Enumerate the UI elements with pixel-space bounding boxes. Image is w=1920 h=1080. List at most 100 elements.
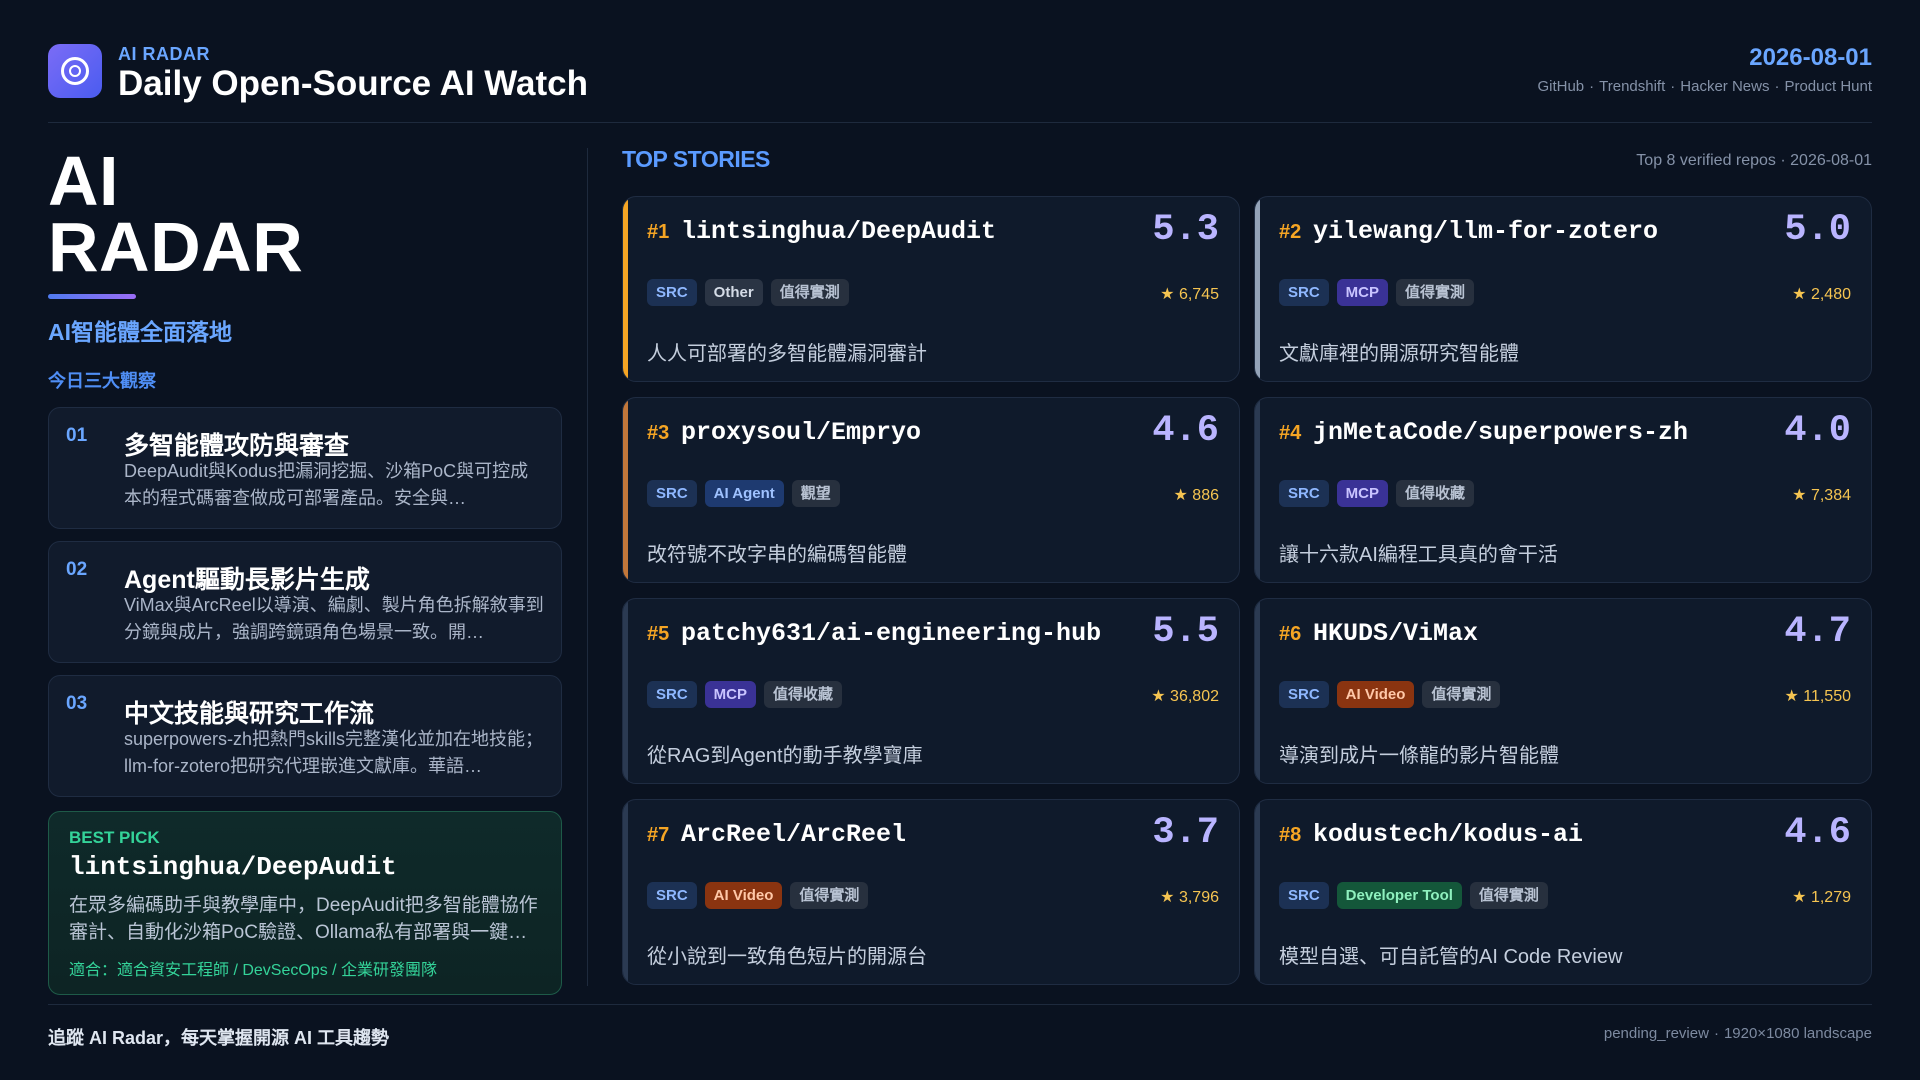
story-desc: 人人可部署的多智能體漏洞審計 bbox=[647, 343, 927, 365]
insights-label: 今日三大觀察 bbox=[48, 371, 156, 391]
story-desc: 導演到成片一條龍的影片智能體 bbox=[1279, 745, 1559, 767]
story-repo[interactable]: kodustech/kodus-ai bbox=[1313, 820, 1583, 849]
star-count: ★ 886 bbox=[1173, 487, 1219, 504]
tag-verdict: 值得實測 bbox=[1396, 279, 1475, 306]
tag-src: SRC bbox=[1279, 279, 1329, 306]
story-card-4[interactable]: #4 jnMetaCode/superpowers-zh 4.0 SRC MCP… bbox=[1254, 397, 1872, 583]
tag-src: SRC bbox=[1279, 480, 1329, 507]
card-accent bbox=[623, 398, 628, 582]
story-rank: #6 bbox=[1279, 623, 1302, 645]
story-score: 5.0 bbox=[1784, 209, 1851, 251]
source-list: GitHub · Trendshift · Hacker News · Product Hu… bbox=[1537, 78, 1872, 95]
story-score: 5.3 bbox=[1152, 209, 1219, 251]
story-card-8[interactable]: #8 kodustech/kodus-ai 4.6 SRC Developer … bbox=[1254, 799, 1872, 985]
tag-src: SRC bbox=[1279, 681, 1329, 708]
story-desc: 從小說到一致角色短片的開源台 bbox=[647, 946, 927, 968]
tag-src: SRC bbox=[1279, 882, 1329, 909]
tag-verdict: 值得實測 bbox=[1422, 681, 1501, 708]
source-github: GitHub bbox=[1537, 78, 1585, 95]
top-stories-title: TOP STORIES bbox=[622, 146, 770, 172]
tag-category: AI Agent bbox=[704, 480, 784, 507]
story-tags: SRC MCP 值得實測 bbox=[1279, 279, 1475, 306]
insight-desc: ViMax與ArcReel以導演、編劇、製片角色拆解敘事到分鏡與成片，強調跨鏡頭… bbox=[124, 595, 544, 642]
story-repo[interactable]: jnMetaCode/superpowers-zh bbox=[1313, 418, 1688, 447]
source-trendshift: Trendshift bbox=[1599, 78, 1666, 95]
story-rank: #8 bbox=[1279, 824, 1302, 846]
story-repo[interactable]: HKUDS/ViMax bbox=[1313, 619, 1478, 648]
story-card-3[interactable]: #3 proxysoul/Empryo 4.6 SRC AI Agent 觀望 … bbox=[622, 397, 1240, 583]
story-tags: SRC Developer Tool 值得實測 bbox=[1279, 882, 1548, 909]
tag-verdict: 值得實測 bbox=[790, 882, 869, 909]
story-card-1[interactable]: #1 lintsinghua/DeepAudit 5.3 SRC Other 值… bbox=[622, 196, 1240, 382]
star-count: ★ 1,279 bbox=[1792, 889, 1851, 906]
insight-card-02[interactable]: 02 Agent驅動長影片生成 ViMax與ArcReel以導演、編劇、製片角色… bbox=[48, 541, 562, 663]
footer-tagline: 追蹤 AI Radar，每天掌握開源 AI 工具趨勢 bbox=[48, 1028, 390, 1048]
story-desc: 讓十六款AI編程工具真的會干活 bbox=[1279, 544, 1558, 566]
insight-title: Agent驅動長影片生成 bbox=[124, 566, 370, 594]
star-count: ★ 11,550 bbox=[1784, 688, 1851, 705]
footer-divider bbox=[48, 1004, 1872, 1005]
story-tags: SRC AI Video 值得實測 bbox=[1279, 681, 1501, 708]
source-hacker-news: Hacker News bbox=[1680, 78, 1770, 95]
best-pick-repo[interactable]: lintsinghua/DeepAudit bbox=[69, 852, 397, 882]
story-score: 4.7 bbox=[1784, 611, 1851, 653]
star-count: ★ 2,480 bbox=[1792, 286, 1851, 303]
story-repo[interactable]: proxysoul/Empryo bbox=[681, 418, 921, 447]
tag-src: SRC bbox=[647, 480, 697, 507]
insight-card-01[interactable]: 01 多智能體攻防與審查 DeepAudit與Kodus把漏洞挖掘、沙箱PoC與… bbox=[48, 407, 562, 529]
header-divider bbox=[48, 122, 1872, 123]
insight-card-03[interactable]: 03 中文技能與研究工作流 superpowers-zh把熱門skills完整漢… bbox=[48, 675, 562, 797]
top-stories-subtitle: Top 8 verified repos · 2026-08-01 bbox=[1636, 152, 1872, 169]
tag-category: AI Video bbox=[704, 882, 783, 909]
card-accent bbox=[623, 599, 628, 783]
tag-verdict: 值得收藏 bbox=[1396, 480, 1475, 507]
best-pick-audience: 適合：適合資安工程師 / DevSecOps / 企業研發團隊 bbox=[69, 962, 438, 979]
story-desc: 從RAG到Agent的動手教學寶庫 bbox=[647, 745, 923, 767]
insight-desc: superpowers-zh把熱門skills完整漢化並加在地技能；llm-fo… bbox=[124, 729, 544, 776]
card-accent bbox=[623, 800, 628, 984]
story-score: 3.7 bbox=[1152, 812, 1219, 854]
story-repo[interactable]: patchy631/ai-engineering-hub bbox=[681, 619, 1101, 648]
tag-category: MCP bbox=[1336, 480, 1389, 507]
story-card-7[interactable]: #7 ArcReel/ArcReel 3.7 SRC AI Video 值得實測… bbox=[622, 799, 1240, 985]
story-rank: #5 bbox=[647, 623, 670, 645]
page-title: Daily Open-Source AI Watch bbox=[118, 64, 588, 103]
source-product-hunt: Product Hunt bbox=[1784, 78, 1872, 95]
story-tags: SRC AI Video 值得實測 bbox=[647, 882, 869, 909]
card-accent bbox=[1255, 599, 1260, 783]
footer-meta: pending_review · 1920×1080 landscape bbox=[1603, 1025, 1872, 1042]
best-pick-label: BEST PICK bbox=[69, 828, 160, 847]
insight-title: 中文技能與研究工作流 bbox=[124, 700, 375, 728]
story-tags: SRC MCP 值得收藏 bbox=[647, 681, 843, 708]
story-score: 4.6 bbox=[1152, 410, 1219, 452]
tag-src: SRC bbox=[647, 882, 697, 909]
insight-number: 02 bbox=[66, 559, 88, 580]
tag-verdict: 值得實測 bbox=[1469, 882, 1548, 909]
card-accent bbox=[623, 197, 628, 381]
story-rank: #2 bbox=[1279, 221, 1302, 243]
header: AI RADAR Daily Open-Source AI Watch 2026… bbox=[48, 44, 1872, 124]
tag-verdict: 值得實測 bbox=[770, 279, 849, 306]
story-card-5[interactable]: #5 patchy631/ai-engineering-hub 5.5 SRC … bbox=[622, 598, 1240, 784]
story-rank: #3 bbox=[647, 422, 670, 444]
story-score: 4.6 bbox=[1784, 812, 1851, 854]
tag-src: SRC bbox=[647, 681, 697, 708]
tag-category: Developer Tool bbox=[1336, 882, 1462, 909]
brand-name: AI RADAR bbox=[118, 44, 210, 64]
story-repo[interactable]: lintsinghua/DeepAudit bbox=[681, 217, 996, 246]
accent-bar bbox=[48, 294, 136, 299]
story-rank: #7 bbox=[647, 824, 670, 846]
report-date: 2026-08-01 bbox=[1749, 44, 1872, 71]
story-card-2[interactable]: #2 yilewang/llm-for-zotero 5.0 SRC MCP 值… bbox=[1254, 196, 1872, 382]
story-score: 5.5 bbox=[1152, 611, 1219, 653]
story-tags: SRC Other 值得實測 bbox=[647, 279, 849, 306]
story-repo[interactable]: yilewang/llm-for-zotero bbox=[1313, 217, 1658, 246]
story-card-6[interactable]: #6 HKUDS/ViMax 4.7 SRC AI Video 值得實測 ★ 1… bbox=[1254, 598, 1872, 784]
best-pick-card[interactable]: BEST PICK lintsinghua/DeepAudit 在眾多編碼助手與… bbox=[48, 811, 562, 995]
tag-category: Other bbox=[704, 279, 763, 306]
star-count: ★ 36,802 bbox=[1151, 688, 1219, 705]
tag-category: MCP bbox=[1336, 279, 1389, 306]
story-rank: #4 bbox=[1279, 422, 1302, 444]
story-repo[interactable]: ArcReel/ArcReel bbox=[681, 820, 906, 849]
tagline: AI智能體全面落地 bbox=[48, 319, 232, 345]
